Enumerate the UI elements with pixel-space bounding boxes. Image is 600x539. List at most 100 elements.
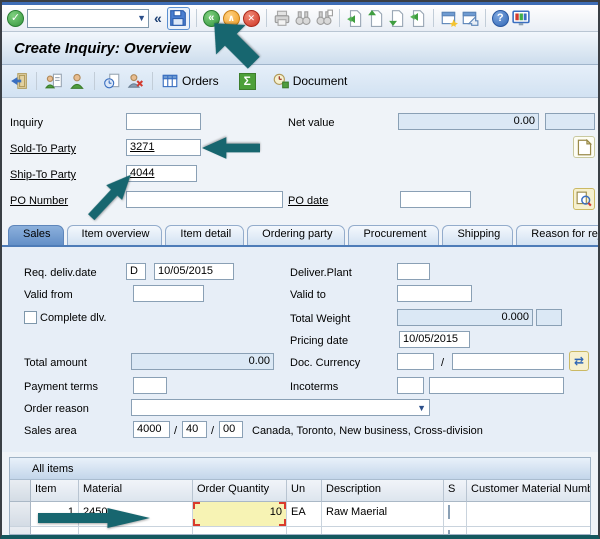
column-header-un[interactable]: Un (287, 480, 322, 502)
collapse-command-bar-button[interactable]: « (152, 10, 164, 26)
net-value-field: 0.00 (398, 113, 539, 130)
unit-cell[interactable] (287, 527, 322, 535)
description-cell[interactable] (322, 527, 444, 535)
toolbar-separator (36, 72, 37, 90)
find-icon[interactable] (294, 9, 312, 27)
order-quantity-cell[interactable]: 10 (193, 502, 287, 527)
incoterms-text-field[interactable] (429, 377, 564, 394)
req-deliv-date-field[interactable]: 10/05/2015 (154, 263, 234, 280)
tab-procurement[interactable]: Procurement (348, 225, 439, 245)
sold-to-party-label: Sold-To Party (10, 143, 76, 158)
help-button[interactable]: ? (492, 10, 509, 27)
status-overview-icon[interactable] (103, 72, 121, 90)
division-field[interactable]: 00 (219, 421, 243, 438)
pricing-date-field[interactable]: 10/05/2015 (399, 331, 470, 348)
create-document-button[interactable] (573, 136, 595, 158)
sales-area-slash: / (211, 425, 214, 440)
tab-sales[interactable]: Sales (8, 225, 64, 245)
page-up-icon[interactable] (367, 9, 385, 27)
distribution-channel-field[interactable]: 40 (182, 421, 207, 438)
tab-reason-for-rejection[interactable]: Reason for rejection (516, 225, 598, 245)
doc-currency-field[interactable] (397, 353, 434, 370)
check-icon: ✓ (11, 13, 20, 24)
payment-terms-field[interactable] (133, 377, 167, 394)
search-documents-button[interactable] (573, 188, 595, 210)
reject-partner-icon[interactable] (126, 72, 144, 90)
all-items-title: All items (32, 463, 74, 475)
last-page-icon[interactable] (409, 9, 427, 27)
create-shortcut-icon[interactable] (461, 9, 479, 27)
orders-button[interactable]: Orders (161, 72, 219, 90)
page-down-icon[interactable] (388, 9, 406, 27)
net-value-currency-field (545, 113, 595, 130)
sales-org-field[interactable]: 4000 (133, 421, 170, 438)
inquiry-field[interactable] (126, 113, 201, 130)
selection-corner-icon (279, 519, 286, 526)
exit-transaction-icon[interactable] (10, 72, 28, 90)
first-page-icon[interactable] (346, 9, 364, 27)
customer-material-cell[interactable] (467, 502, 590, 527)
pricing-date-label: Pricing date (290, 335, 348, 350)
po-number-label: PO Number (10, 195, 68, 210)
row-selector[interactable] (10, 527, 31, 535)
tab-item-detail[interactable]: Item detail (165, 225, 244, 245)
description-cell[interactable]: Raw Maerial (322, 502, 444, 527)
column-header-material[interactable]: Material (79, 480, 193, 502)
column-header-order-quantity[interactable]: Order Quantity (193, 480, 287, 502)
incoterms-code-field[interactable] (397, 377, 424, 394)
customize-layout-icon[interactable] (512, 9, 530, 27)
exchange-rate-field[interactable] (452, 353, 564, 370)
valid-to-label: Valid to (290, 289, 326, 304)
column-header-s[interactable]: S (444, 480, 467, 502)
sold-to-party-icon[interactable] (68, 72, 86, 90)
floppy-disk-icon (169, 9, 187, 27)
doc-currency-label: Doc. Currency (290, 357, 360, 372)
new-session-icon[interactable] (440, 9, 458, 27)
save-button[interactable] (167, 7, 190, 30)
po-date-field[interactable] (400, 191, 471, 208)
doc-currency-slash: / (441, 357, 444, 372)
selection-corner-icon (193, 502, 200, 509)
partner-document-icon[interactable] (45, 72, 63, 90)
deliver-plant-field[interactable] (397, 263, 430, 280)
order-reason-dropdown[interactable]: ▼ (131, 399, 430, 416)
row-selector[interactable] (10, 502, 31, 527)
tab-shipping[interactable]: Shipping (442, 225, 513, 245)
s-checkbox[interactable] (448, 505, 450, 519)
enter-button[interactable]: ✓ (7, 10, 24, 27)
customer-material-cell[interactable] (467, 527, 590, 535)
document-button[interactable]: Document (272, 72, 348, 90)
column-header-item[interactable]: Item (31, 480, 79, 502)
po-number-field[interactable] (126, 191, 283, 208)
incoterms-label: Incoterms (290, 381, 338, 396)
req-deliv-date-label: Req. deliv.date (24, 267, 97, 282)
question-mark-icon: ? (497, 13, 504, 24)
chevron-down-icon: ▼ (417, 403, 426, 413)
valid-from-field[interactable] (133, 285, 204, 302)
req-deliv-type-field[interactable]: D (126, 263, 146, 280)
print-icon[interactable] (273, 9, 291, 27)
tab-ordering-party[interactable]: Ordering party (247, 225, 345, 245)
currency-exchange-button[interactable]: ⇄ (569, 351, 589, 371)
select-all-header-cell[interactable] (10, 480, 31, 502)
magnifier-document-icon (576, 191, 592, 207)
valid-to-field[interactable] (397, 285, 472, 302)
command-field[interactable]: ▼ (27, 9, 149, 28)
tab-item-overview[interactable]: Item overview (67, 225, 163, 245)
column-header-customer-material[interactable]: Customer Material Numb (467, 480, 590, 502)
order-quantity-cell[interactable] (193, 527, 287, 535)
column-header-description[interactable]: Description (322, 480, 444, 502)
toolbar-separator (485, 9, 486, 27)
sold-to-party-field[interactable]: 3271 (126, 139, 201, 156)
toolbar-separator (94, 72, 95, 90)
sales-area-description: Canada, Toronto, New business, Cross-div… (252, 425, 483, 440)
find-next-icon[interactable] (315, 9, 333, 27)
valid-from-label: Valid from (24, 289, 73, 304)
toolbar-separator (339, 9, 340, 27)
title-bar: Create Inquiry: Overview (2, 32, 598, 65)
s-checkbox[interactable] (448, 530, 450, 535)
complete-dlv-checkbox[interactable] (24, 311, 37, 324)
toolbar-separator (433, 9, 434, 27)
payment-terms-label: Payment terms (24, 381, 98, 396)
unit-cell[interactable]: EA (287, 502, 322, 527)
